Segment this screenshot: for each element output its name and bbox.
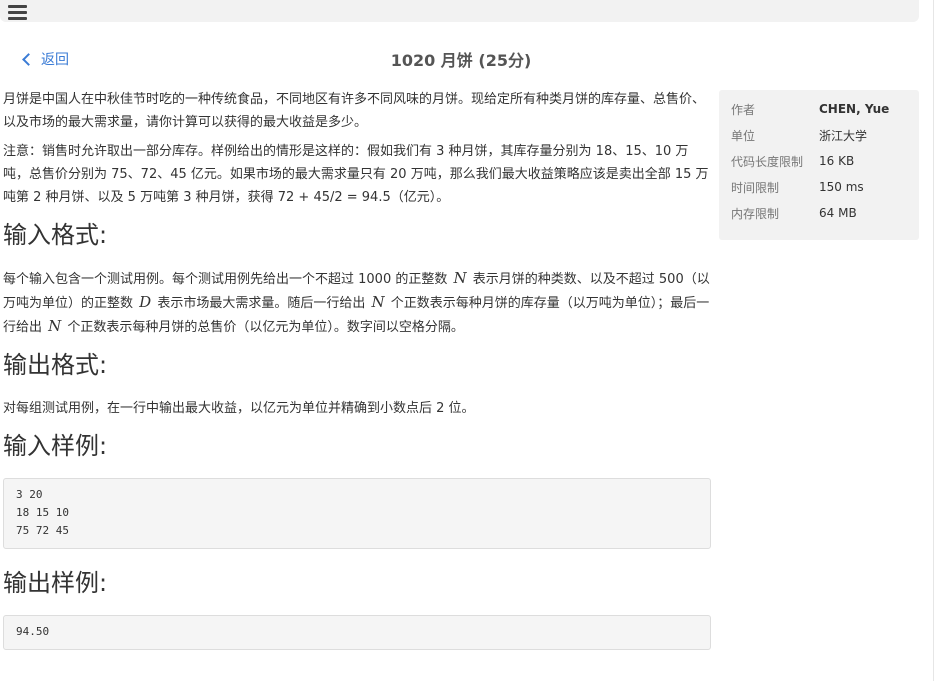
- var-n: N: [453, 269, 467, 287]
- input-format-text: 每个输入包含一个测试用例。每个测试用例先给出一个不超过 1000 的正整数 N …: [3, 267, 711, 339]
- info-row-time-limit: 时间限制 150 ms: [731, 174, 907, 200]
- memory-limit-value: 64 MB: [819, 206, 857, 220]
- problem-content: 月饼是中国人在中秋佳节时吃的一种传统食品，不同地区有许多不同风味的月饼。现给定所…: [3, 88, 711, 670]
- input-text-part1: 每个输入包含一个测试用例。每个测试用例先给出一个不超过 1000 的正整数: [3, 272, 448, 287]
- var-n: N: [48, 317, 62, 335]
- author-value: CHEN, Yue: [819, 102, 890, 116]
- output-format-text: 对每组测试用例，在一行中输出最大收益，以亿元为单位并精确到小数点后 2 位。: [3, 401, 475, 416]
- time-limit-value: 150 ms: [819, 180, 864, 194]
- top-bar: [0, 0, 919, 22]
- org-value: 浙江大学: [819, 128, 868, 143]
- var-n: N: [371, 293, 385, 311]
- input-text-part5: 个正数表示每种月饼的总售价（以亿元为单位）。数字间以空格分隔。: [67, 320, 464, 335]
- time-limit-label: 时间限制: [731, 180, 780, 195]
- sample-input-heading: 输入样例:: [3, 432, 108, 460]
- memory-limit-label: 内存限制: [731, 206, 780, 221]
- input-text-part3: 表示市场最大需求量。随后一行给出: [157, 296, 366, 311]
- scrollbar-track[interactable]: [933, 0, 934, 681]
- problem-info-panel: 作者 CHEN, Yue 单位 浙江大学 代码长度限制 16 KB 时间限制 1…: [719, 90, 919, 240]
- info-row-author: 作者 CHEN, Yue: [731, 96, 907, 122]
- org-label: 单位: [731, 128, 756, 143]
- description-paragraph-2: 注意：销售时允许取出一部分库存。样例给出的情形是这样的：假如我们有 3 种月饼，…: [3, 144, 709, 205]
- description-paragraph-1: 月饼是中国人在中秋佳节时吃的一种传统食品，不同地区有许多不同风味的月饼。现给定所…: [3, 92, 706, 130]
- author-label: 作者: [731, 102, 756, 117]
- var-d: D: [139, 293, 152, 311]
- info-row-code-length: 代码长度限制 16 KB: [731, 148, 907, 174]
- info-row-memory-limit: 内存限制 64 MB: [731, 200, 907, 226]
- sample-output-code[interactable]: 94.50: [3, 615, 711, 650]
- hamburger-menu-icon[interactable]: [8, 5, 27, 21]
- sample-output-heading: 输出样例:: [3, 569, 108, 597]
- problem-title: 1020 月饼 (25分): [390, 51, 532, 70]
- code-length-label: 代码长度限制: [731, 154, 804, 169]
- code-length-value: 16 KB: [819, 154, 855, 168]
- input-format-heading: 输入格式:: [3, 221, 108, 249]
- sample-input-code[interactable]: 3 20 18 15 10 75 72 45: [3, 478, 711, 549]
- output-format-heading: 输出格式:: [3, 351, 108, 379]
- info-row-org: 单位 浙江大学: [731, 122, 907, 148]
